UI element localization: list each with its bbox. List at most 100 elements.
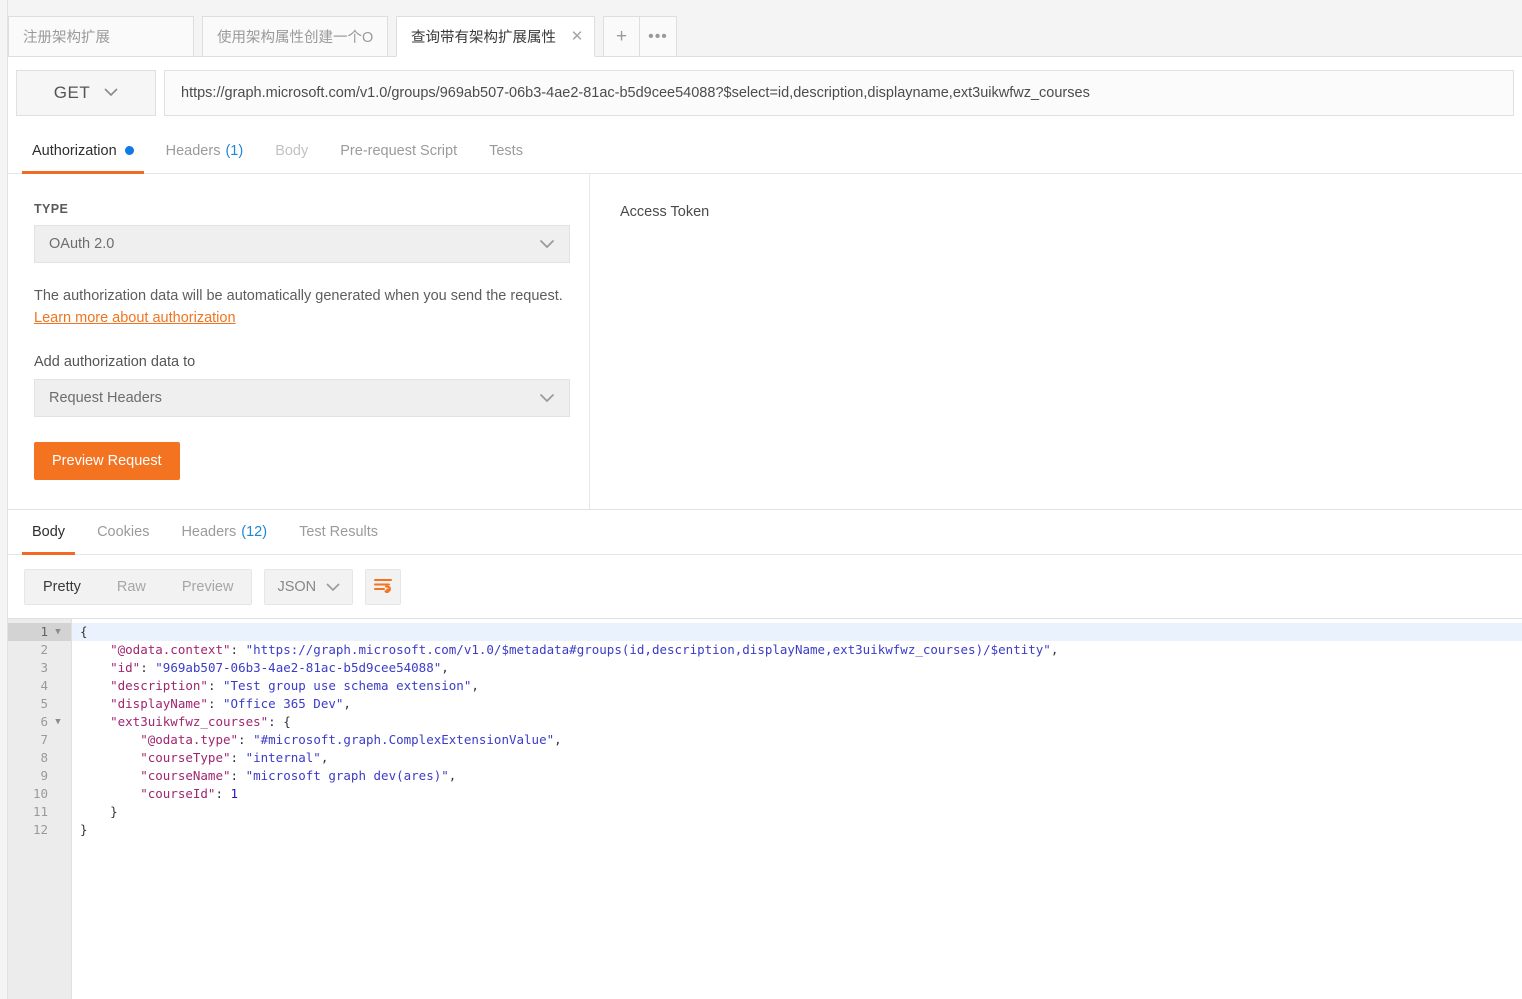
preview-request-button[interactable]: Preview Request [34,442,180,480]
add-authorization-data-group: Add authorization data to Request Header… [34,354,563,417]
tab-response-body[interactable]: Body [16,510,81,554]
code-token-k: "ext3uikwfwz_courses" [80,714,268,729]
code-token-p: } [80,804,118,819]
tab-pre-request-script-label: Pre-request Script [340,143,457,159]
code-token-p: , [321,750,329,765]
code-token-p: , [441,660,449,675]
line-number-value: 3 [40,659,48,677]
line-number: 11 [8,803,71,821]
helper-text-body: The authorization data will be automatic… [34,288,563,304]
tab-response-cookies[interactable]: Cookies [81,510,165,554]
http-method-value: GET [54,83,90,103]
request-tab-1[interactable]: 注册架构扩展 [8,16,194,57]
line-number-value: 1 [40,623,48,641]
response-body-code[interactable]: { "@odata.context": "https://graph.micro… [72,619,1522,999]
code-token-k: "displayName" [80,696,208,711]
view-mode-pretty[interactable]: Pretty [25,570,99,604]
response-body-editor[interactable]: 1▼23456▼789101112 { "@odata.context": "h… [8,618,1522,999]
line-number-gutter: 1▼23456▼789101112 [8,619,72,999]
tab-options-button[interactable]: ••• [640,16,677,57]
new-tab-button[interactable]: + [603,16,640,57]
code-line: "@odata.type": "#microsoft.graph.Complex… [72,731,1522,749]
response-section-tabs: Body Cookies Headers (12) Test Results [8,510,1522,555]
line-number: 3 [8,659,71,677]
access-token-label: Access Token [620,204,1522,220]
left-rail [0,0,8,999]
url-input[interactable]: https://graph.microsoft.com/v1.0/groups/… [164,70,1514,116]
response-format-select[interactable]: JSON [264,569,353,605]
tab-authorization-label: Authorization [32,143,117,159]
line-number: 12 [8,821,71,839]
tab-headers-label: Headers [166,143,221,159]
tab-response-headers[interactable]: Headers (12) [165,510,283,554]
code-line: "displayName": "Office 365 Dev", [72,695,1522,713]
close-icon[interactable]: ✕ [568,28,586,46]
code-token-k: "id" [80,660,140,675]
request-tab-2-title: 使用架构属性创建一个Office [217,26,373,47]
tab-body[interactable]: Body [259,128,324,173]
tab-authorization[interactable]: Authorization [16,128,150,173]
code-line: "@odata.context": "https://graph.microso… [72,641,1522,659]
code-line: "ext3uikwfwz_courses": { [72,713,1522,731]
tab-headers[interactable]: Headers (1) [150,128,260,173]
code-token-s: "https://graph.microsoft.com/v1.0/$metad… [246,642,1051,657]
code-token-k: "@odata.context" [80,642,231,657]
view-mode-raw[interactable]: Raw [99,570,164,604]
request-tab-2[interactable]: 使用架构属性创建一个Office [202,16,388,57]
code-token-k: "@odata.type" [80,732,238,747]
fold-toggle-icon[interactable]: ▼ [51,713,65,731]
code-token-p: , [554,732,562,747]
request-tab-3[interactable]: 查询带有架构扩展属性 ✕ [396,16,595,57]
code-token-s: "microsoft graph dev(ares)" [246,768,449,783]
chevron-down-icon [326,583,340,592]
code-token-p: : { [268,714,291,729]
code-token-p: : [208,696,223,711]
tab-test-results[interactable]: Test Results [283,510,394,554]
line-number: 8 [8,749,71,767]
word-wrap-toggle-button[interactable] [365,569,401,605]
tab-tests[interactable]: Tests [473,128,539,173]
code-token-s: "Test group use schema extension" [223,678,471,693]
chevron-down-icon [539,393,555,403]
request-tab-3-title: 查询带有架构扩展属性 [411,26,556,47]
chevron-down-icon [104,88,118,97]
code-token-p: , [1051,642,1059,657]
code-token-k: "courseId" [80,786,215,801]
tab-test-results-label: Test Results [299,524,378,540]
line-number-value: 5 [40,695,48,713]
http-method-select[interactable]: GET [16,70,156,116]
code-token-p: : [231,768,246,783]
tab-pre-request-script[interactable]: Pre-request Script [324,128,473,173]
line-number-value: 12 [33,821,48,839]
line-number-value: 2 [40,641,48,659]
line-number: 4 [8,677,71,695]
view-mode-preview-label: Preview [182,579,234,595]
code-token-p: : [140,660,155,675]
code-token-p: : [231,642,246,657]
tab-response-body-label: Body [32,524,65,540]
code-token-p: } [80,822,88,837]
word-wrap-icon [373,577,393,598]
code-token-p: : [238,732,253,747]
tab-headers-count: (1) [225,143,243,159]
auth-type-select[interactable]: OAuth 2.0 [34,225,570,263]
code-line: "courseName": "microsoft graph dev(ares)… [72,767,1522,785]
fold-toggle-icon[interactable]: ▼ [51,623,65,641]
tab-response-cookies-label: Cookies [97,524,149,540]
line-number-value: 4 [40,677,48,695]
code-token-s: "969ab507-06b3-4ae2-81ac-b5d9cee54088" [155,660,441,675]
code-token-s: "#microsoft.graph.ComplexExtensionValue" [253,732,554,747]
view-mode-preview[interactable]: Preview [164,570,252,604]
access-token-column: Access Token eyJ0eXAiOiJKV1QiLCJub25jZSI… [590,174,1522,509]
code-token-n: 1 [231,786,239,801]
line-number: 2 [8,641,71,659]
ellipsis-icon: ••• [648,29,668,45]
response-format-value: JSON [277,579,316,595]
add-authorization-data-select[interactable]: Request Headers [34,379,570,417]
tab-body-label: Body [275,143,308,159]
learn-more-link[interactable]: Learn more about authorization [34,310,236,326]
code-token-s: "Office 365 Dev" [223,696,343,711]
line-number-value: 9 [40,767,48,785]
tab-tests-label: Tests [489,143,523,159]
line-number-value: 7 [40,731,48,749]
